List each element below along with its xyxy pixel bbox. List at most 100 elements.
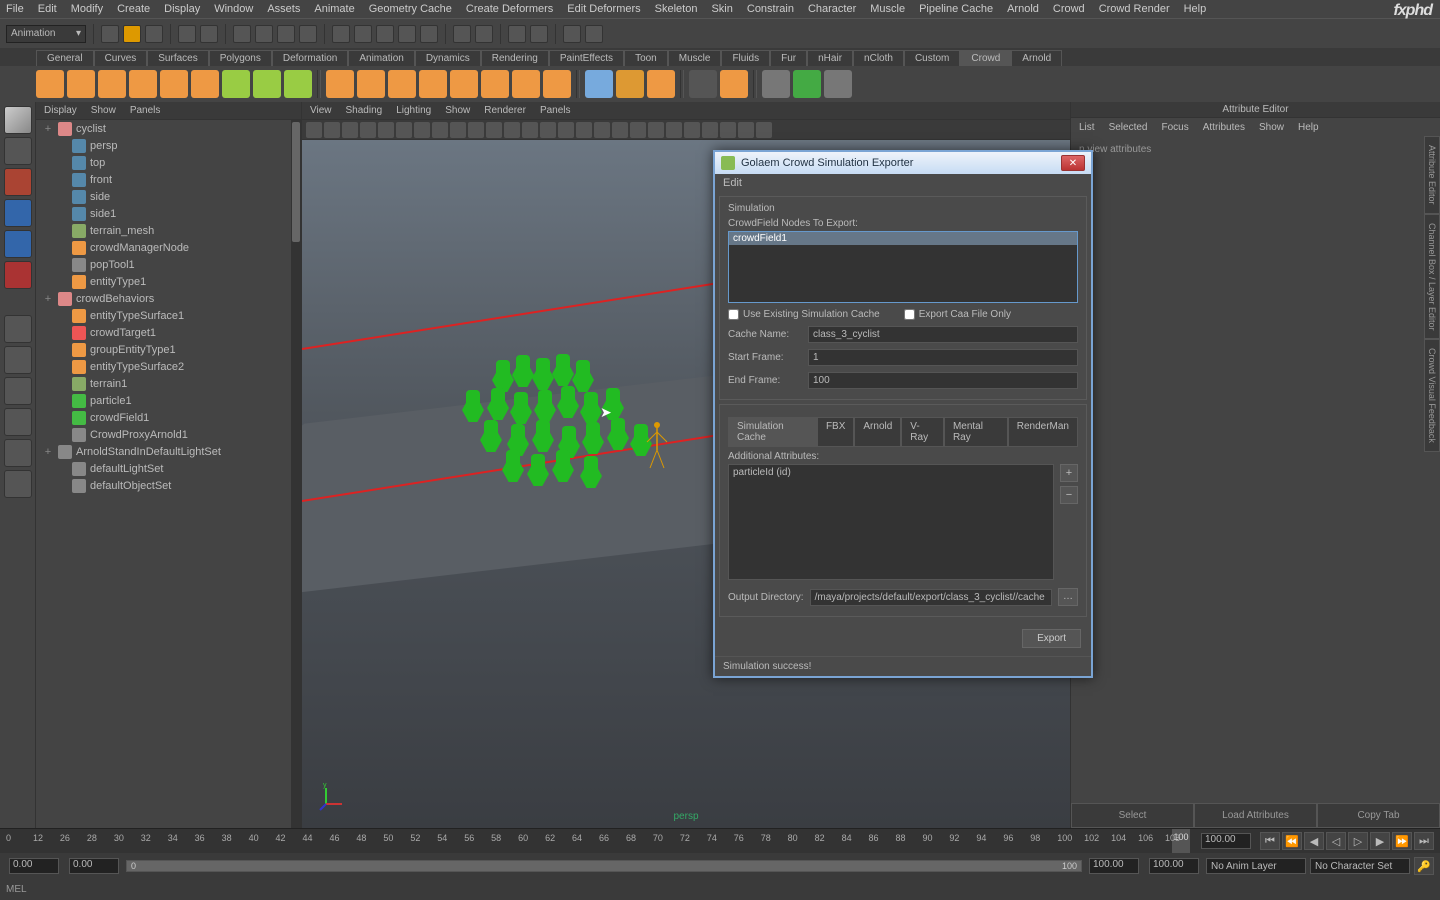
shelf-agent-4-icon[interactable] xyxy=(419,70,447,98)
vp-menu-shading[interactable]: Shading xyxy=(346,105,383,116)
vp-tool-icon[interactable] xyxy=(576,122,592,138)
cmd-lang-label[interactable]: MEL xyxy=(6,884,27,895)
time-slider[interactable]: 100 012262830323436384042444648505254565… xyxy=(0,829,1440,853)
attr-list-item[interactable]: particleId (id) xyxy=(733,467,1049,478)
tab-fbx[interactable]: FBX xyxy=(817,417,854,446)
shelf-crowd-7-icon[interactable] xyxy=(222,70,250,98)
shelf-tab-polygons[interactable]: Polygons xyxy=(209,50,272,66)
render-icon[interactable] xyxy=(508,25,526,43)
output-dir-input[interactable]: /maya/projects/default/export/class_3_cy… xyxy=(810,589,1052,606)
remove-attr-button[interactable]: − xyxy=(1060,486,1078,504)
cache-name-input[interactable]: class_3_cyclist xyxy=(808,326,1078,343)
vp-tool-icon[interactable] xyxy=(666,122,682,138)
anim-layer-dropdown[interactable]: No Anim Layer xyxy=(1206,858,1306,874)
shelf-tab-nhair[interactable]: nHair xyxy=(807,50,853,66)
autokey-button[interactable]: 🔑 xyxy=(1414,857,1434,875)
vp-tool-icon[interactable] xyxy=(468,122,484,138)
additional-attr-list[interactable]: particleId (id) xyxy=(728,464,1054,580)
outliner-item[interactable]: entityTypeSurface1 xyxy=(36,307,291,324)
shelf-crowd-4-icon[interactable] xyxy=(129,70,157,98)
vp-tool-icon[interactable] xyxy=(684,122,700,138)
select-icon[interactable] xyxy=(233,25,251,43)
layout-two-icon[interactable] xyxy=(4,377,32,405)
shelf-tab-surfaces[interactable]: Surfaces xyxy=(147,50,208,66)
layout-four-icon[interactable] xyxy=(4,346,32,374)
attr-menu-focus[interactable]: Focus xyxy=(1161,122,1188,133)
vp-menu-panels[interactable]: Panels xyxy=(540,105,571,116)
caa-only-checkbox[interactable]: Export Caa File Only xyxy=(904,309,1011,320)
shelf-tab-dynamics[interactable]: Dynamics xyxy=(415,50,481,66)
undo-icon[interactable] xyxy=(178,25,196,43)
close-icon[interactable]: ✕ xyxy=(1061,155,1085,171)
vp-tool-icon[interactable] xyxy=(630,122,646,138)
play-start-field[interactable]: 0.00 xyxy=(69,858,119,874)
menu-editdeformers[interactable]: Edit Deformers xyxy=(567,3,640,15)
side-tab-attr[interactable]: Attribute Editor xyxy=(1424,136,1440,214)
lasso-tool[interactable] xyxy=(4,137,32,165)
shelf-agent-5-icon[interactable] xyxy=(450,70,478,98)
menu-skin[interactable]: Skin xyxy=(711,3,732,15)
attr-menu-selected[interactable]: Selected xyxy=(1109,122,1148,133)
tab-vray[interactable]: V-Ray xyxy=(901,417,944,446)
shelf-tab-fluids[interactable]: Fluids xyxy=(721,50,770,66)
vp-tool-icon[interactable] xyxy=(378,122,394,138)
shelf-export-1-icon[interactable] xyxy=(762,70,790,98)
outliner-item[interactable]: groupEntityType1 xyxy=(36,341,291,358)
vp-menu-view[interactable]: View xyxy=(310,105,332,116)
character-set-dropdown[interactable]: No Character Set xyxy=(1310,858,1410,874)
attr-editor-menu[interactable]: List Selected Focus Attributes Show Help xyxy=(1071,118,1440,136)
menu-edit[interactable]: Edit xyxy=(38,3,57,15)
step-back-key-button[interactable]: ⏪ xyxy=(1282,832,1302,850)
vp-tool-icon[interactable] xyxy=(432,122,448,138)
play-end-field[interactable]: 100.00 xyxy=(1089,858,1139,874)
layout-persp-icon[interactable] xyxy=(4,439,32,467)
shelf-tools-3-icon[interactable] xyxy=(647,70,675,98)
lasso-icon[interactable] xyxy=(255,25,273,43)
outliner-menu-panels[interactable]: Panels xyxy=(130,105,161,116)
snap2-icon[interactable] xyxy=(354,25,372,43)
attr-menu-attributes[interactable]: Attributes xyxy=(1203,122,1245,133)
nodes-listbox[interactable]: crowdField1 xyxy=(728,231,1078,303)
layout-outliner-icon[interactable] xyxy=(4,408,32,436)
shelf-tab-ncloth[interactable]: nCloth xyxy=(853,50,904,66)
menu-display[interactable]: Display xyxy=(164,3,200,15)
shelf-tools-1-icon[interactable] xyxy=(585,70,613,98)
attr-menu-list[interactable]: List xyxy=(1079,122,1095,133)
vp-tool-icon[interactable] xyxy=(702,122,718,138)
construction-icon[interactable] xyxy=(475,25,493,43)
outliner-item[interactable]: defaultObjectSet xyxy=(36,477,291,494)
save-scene-icon[interactable] xyxy=(145,25,163,43)
outliner-item[interactable]: +cyclist xyxy=(36,120,291,137)
vp-tool-icon[interactable] xyxy=(540,122,556,138)
attr-copytab-button[interactable]: Copy Tab xyxy=(1317,803,1440,828)
hypershade-icon[interactable] xyxy=(585,25,603,43)
shelf-tab-toon[interactable]: Toon xyxy=(624,50,668,66)
snap3-icon[interactable] xyxy=(376,25,394,43)
redo-icon[interactable] xyxy=(200,25,218,43)
outliner-item[interactable]: crowdTarget1 xyxy=(36,324,291,341)
timeline-ticks[interactable]: 100 012262830323436384042444648505254565… xyxy=(6,829,1192,853)
attr-load-button[interactable]: Load Attributes xyxy=(1194,803,1317,828)
export-button[interactable]: Export xyxy=(1022,629,1081,648)
new-scene-icon[interactable] xyxy=(101,25,119,43)
tab-arnold[interactable]: Arnold xyxy=(854,417,901,446)
renderer-tabs[interactable]: Simulation Cache FBX Arnold V-Ray Mental… xyxy=(728,417,1078,447)
dialog-menu-edit[interactable]: Edit xyxy=(715,174,1091,192)
layout-graph-icon[interactable] xyxy=(4,470,32,498)
vp-tool-icon[interactable] xyxy=(738,122,754,138)
vp-tool-icon[interactable] xyxy=(756,122,772,138)
menu-geocache[interactable]: Geometry Cache xyxy=(369,3,452,15)
vp-tool-icon[interactable] xyxy=(414,122,430,138)
go-end-button[interactable]: ⏭ xyxy=(1414,832,1434,850)
vp-tool-icon[interactable] xyxy=(612,122,628,138)
vp-tool-icon[interactable] xyxy=(504,122,520,138)
outliner-menu-display[interactable]: Display xyxy=(44,105,77,116)
shelf-agent-8-icon[interactable] xyxy=(543,70,571,98)
vp-menu-lighting[interactable]: Lighting xyxy=(396,105,431,116)
shelf-export-2-icon[interactable] xyxy=(793,70,821,98)
vp-tool-icon[interactable] xyxy=(360,122,376,138)
menu-arnold[interactable]: Arnold xyxy=(1007,3,1039,15)
shelf-tab-arnold[interactable]: Arnold xyxy=(1011,50,1062,66)
mask-icon[interactable] xyxy=(299,25,317,43)
outliner-list[interactable]: +cyclistpersptopfrontsideside1terrain_me… xyxy=(36,120,291,494)
